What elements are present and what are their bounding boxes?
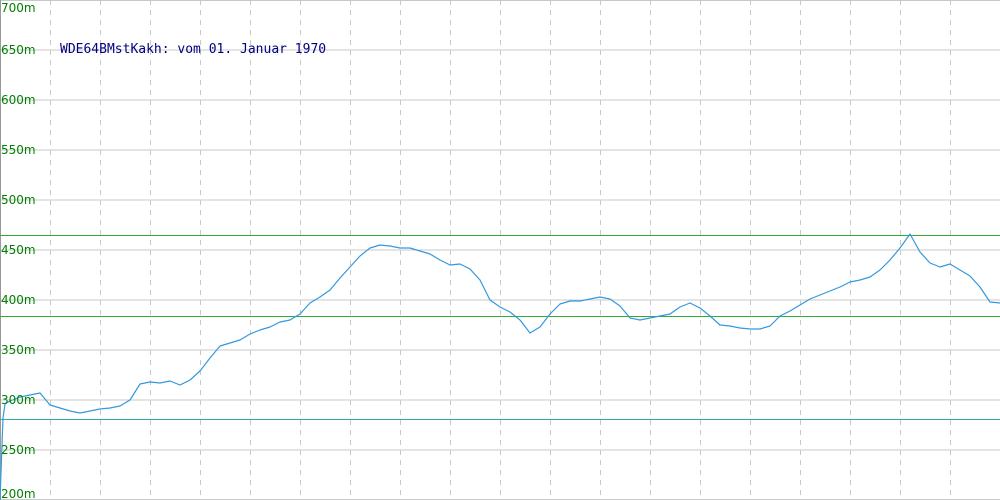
y-tick-label: 500m — [1, 193, 36, 207]
chart-title: WDE64BMstKakh: vom 01. Januar 1970 — [60, 42, 326, 57]
y-tick-label: 650m — [1, 43, 36, 57]
line-chart: 200m 250m 300m 350m 400m 450m 500m 550m 600m 650m… — [0, 0, 1000, 500]
y-tick-label: 400m — [1, 293, 36, 307]
y-tick-label: 550m — [1, 143, 36, 157]
y-axis-tick-labels: 200m 250m 300m 350m 400m 450m 500m 550m 600m 650m… — [1, 1, 36, 500]
y-tick-label: 350m — [1, 343, 36, 357]
y-tick-label: 300m — [1, 393, 36, 407]
grid-lines — [0, 0, 1000, 500]
y-tick-label: 450m — [1, 243, 36, 257]
y-tick-label: 700m — [1, 1, 36, 15]
y-tick-label: 250m — [1, 443, 36, 457]
y-tick-label: 200m — [1, 487, 36, 500]
y-tick-label: 600m — [1, 93, 36, 107]
